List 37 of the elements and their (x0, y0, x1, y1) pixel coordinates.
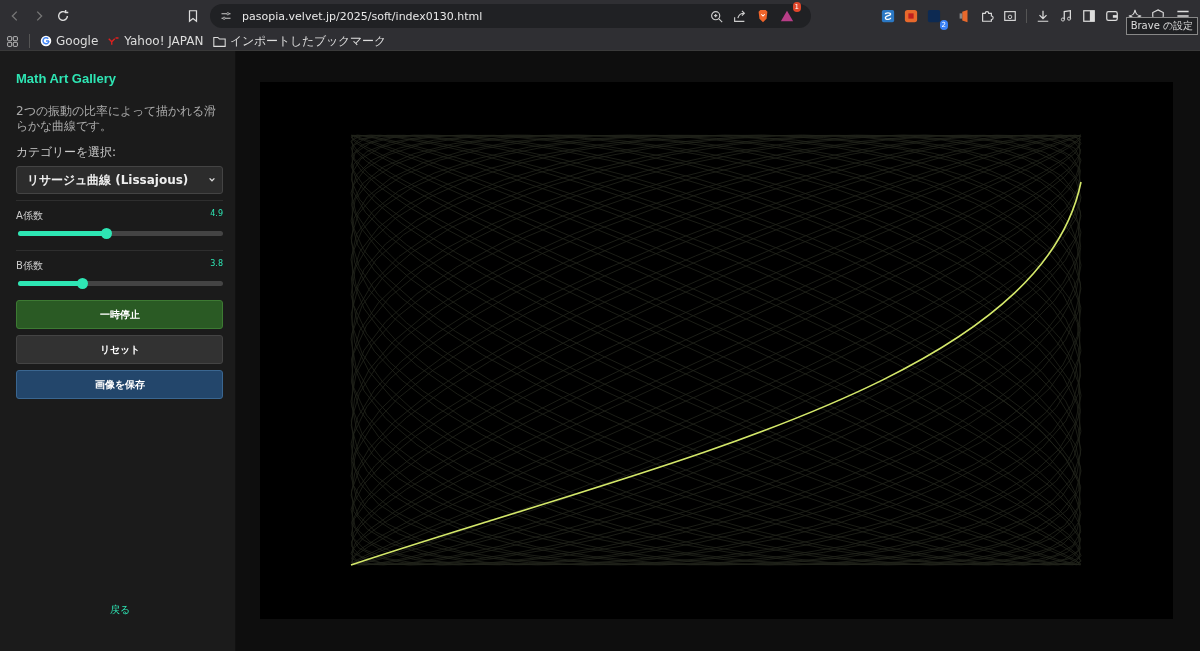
triangle-icon (780, 9, 794, 23)
slider[interactable] (18, 231, 223, 236)
reset-button[interactable]: リセット (16, 335, 223, 364)
slider-label: B係数 (16, 259, 43, 273)
puzzle-icon[interactable] (980, 9, 994, 23)
slider-value: 3.8 (210, 259, 223, 270)
bookmark-item[interactable]: インポートしたブックマーク (213, 32, 387, 50)
save-button[interactable]: 画像を保存 (16, 370, 223, 399)
bookmark-item[interactable]: Google (40, 34, 99, 48)
window-icon[interactable] (1003, 9, 1017, 23)
app-title: Math Art Gallery (16, 71, 117, 86)
category-label: カテゴリーを選択: (16, 144, 118, 161)
slider-value: 4.9 (210, 209, 223, 220)
description-text: 2つの振動の比率によって描かれる滑らかな曲線です。 (16, 104, 217, 134)
sidebar-icon[interactable] (1082, 9, 1096, 23)
apps-grid-icon[interactable] (6, 34, 19, 48)
square-icon (927, 9, 941, 23)
music-icon[interactable] (1059, 9, 1073, 23)
folder-icon (213, 34, 227, 48)
google-logo-icon (40, 35, 52, 47)
share-icon[interactable] (733, 9, 746, 23)
tooltip: Brave の設定 (1125, 17, 1198, 35)
slider[interactable] (18, 281, 223, 286)
zoom-icon[interactable] (710, 9, 723, 23)
category-dropdown[interactable]: リサージュ曲線 (Lissajous) (16, 166, 223, 194)
chevron-icon (208, 176, 216, 184)
slider-label: A係数 (16, 209, 43, 223)
extension-icon[interactable] (881, 9, 895, 23)
wallet-icon[interactable] (1105, 9, 1119, 23)
download-icon[interactable] (1036, 9, 1050, 23)
back-link[interactable]: 戻る (109, 603, 130, 617)
y-logo-icon (108, 35, 121, 47)
site-settings-icon[interactable] (220, 10, 233, 22)
bookmark-item[interactable]: Yahoo! JAPAN (108, 34, 204, 48)
reload-icon[interactable] (56, 9, 70, 23)
pause-button[interactable]: 一時停止 (16, 300, 223, 329)
url-text: pasopia.velvet.jp/2025/soft/index0130.html (242, 9, 483, 23)
